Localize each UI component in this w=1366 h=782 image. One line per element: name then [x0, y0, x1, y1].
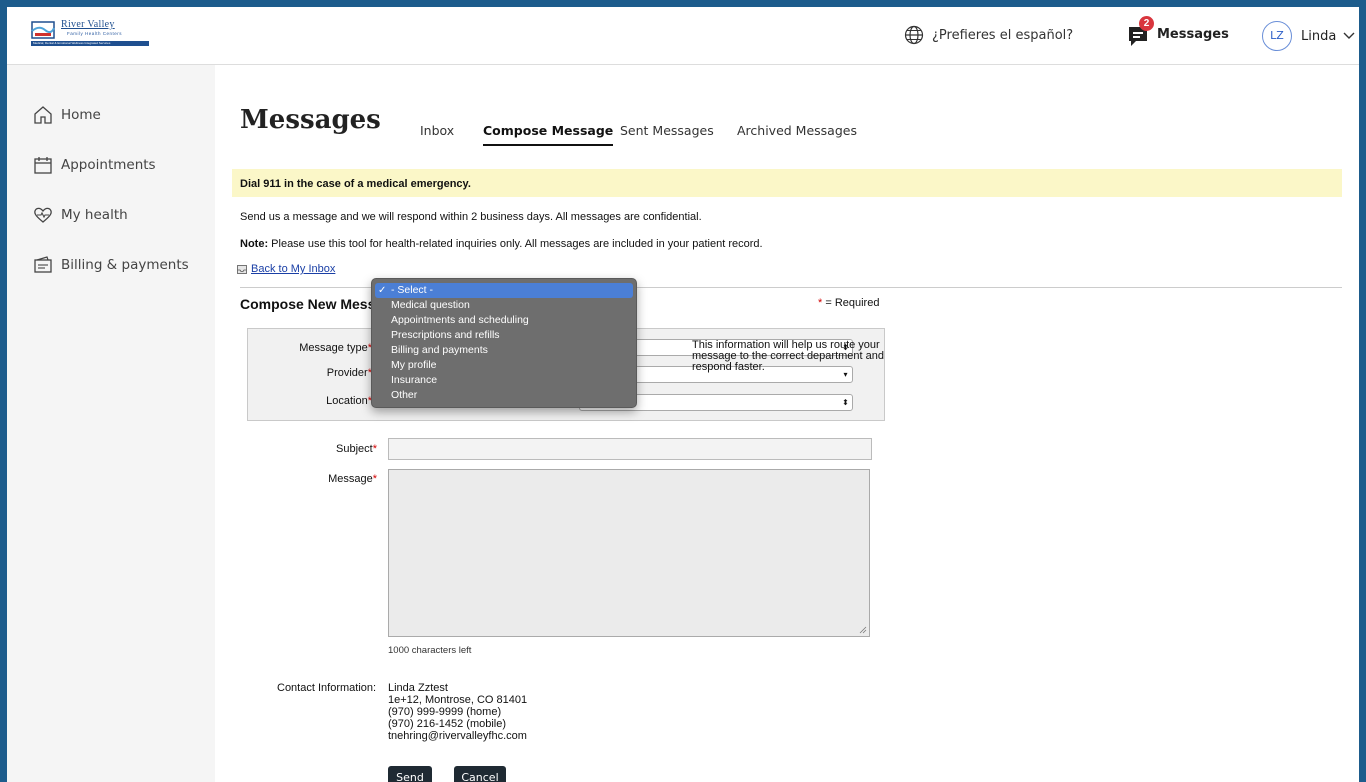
sidebar-item-billing[interactable]: Billing & payments: [33, 253, 189, 277]
contact-name: Linda Zztest: [388, 682, 448, 694]
main-content: Messages Inbox Compose Message Sent Mess…: [215, 65, 1359, 782]
tab-inbox[interactable]: Inbox: [420, 123, 454, 144]
sidebar-item-appointments[interactable]: Appointments: [33, 153, 156, 177]
message-type-dropdown: ✓ - Select - Medical question Appointmen…: [371, 278, 637, 408]
location-label-text: Location: [326, 395, 368, 407]
message-textarea[interactable]: [388, 469, 870, 637]
required-legend: * = Required: [818, 297, 879, 309]
message-label: Message*: [247, 473, 377, 485]
brand-name: River Valley: [61, 19, 115, 30]
send-button[interactable]: Send: [388, 766, 432, 782]
provider-label: Provider*: [242, 367, 372, 379]
language-link[interactable]: ¿Prefieres el español?: [932, 28, 1073, 43]
emergency-alert: Dial 911 in the case of a medical emerge…: [232, 169, 1342, 197]
dropdown-option[interactable]: My profile: [372, 358, 636, 373]
inbox-icon: [237, 264, 247, 274]
routing-info: This information will help us route your…: [692, 339, 884, 373]
option-label: - Select -: [391, 284, 434, 296]
contact-mobile-phone: (970) 216-1452 (mobile): [388, 718, 507, 730]
note-label: Note:: [240, 238, 269, 250]
select-arrows-icon: ⬍: [840, 396, 851, 409]
sidebar-item-label: Appointments: [61, 157, 156, 173]
message-type-label-text: Message type: [299, 342, 368, 354]
unread-badge: 2: [1139, 16, 1154, 31]
tab-archived-messages[interactable]: Archived Messages: [737, 123, 857, 144]
dropdown-option[interactable]: Prescriptions and refills: [372, 328, 636, 343]
cancel-button[interactable]: Cancel: [454, 766, 506, 782]
dropdown-option[interactable]: Insurance: [372, 373, 636, 388]
required-note: = Required: [822, 297, 880, 309]
calendar-icon: [34, 157, 52, 174]
messages-nav[interactable]: 2 Messages: [1127, 16, 1229, 49]
subject-label: Subject*: [247, 443, 377, 455]
location-label: Location*: [242, 395, 372, 407]
chars-left-counter: 1000 characters left: [388, 645, 472, 656]
tab-compose-message[interactable]: Compose Message: [483, 123, 614, 146]
sidebar-item-label: Home: [61, 107, 101, 123]
subject-label-text: Subject: [336, 443, 373, 455]
contact-info: Linda Zztest 1e+12, Montrose, CO 81401 (…: [388, 682, 527, 742]
note-body: Please use this tool for health-related …: [268, 238, 763, 250]
globe-icon: [904, 25, 924, 45]
dropdown-option[interactable]: Billing and payments: [372, 343, 636, 358]
sidebar-item-label: My health: [61, 207, 128, 223]
user-menu[interactable]: LZ Linda: [1262, 21, 1355, 51]
user-name: Linda: [1301, 28, 1337, 44]
wallet-icon: [34, 256, 52, 273]
dropdown-option-select[interactable]: ✓ - Select -: [375, 283, 633, 298]
resize-grip-icon[interactable]: [859, 626, 867, 634]
chevron-down-icon: [1343, 32, 1355, 39]
messages-label: Messages: [1157, 26, 1229, 42]
app-frame: River Valley Family Health Centers Medic…: [7, 7, 1359, 782]
sidebar-item-home[interactable]: Home: [33, 103, 101, 127]
dropdown-option[interactable]: Other: [372, 388, 636, 403]
heart-pulse-icon: [34, 207, 52, 223]
contact-address: 1e+12, Montrose, CO 81401: [388, 694, 528, 706]
note-text: Note: Please use this tool for health-re…: [240, 238, 763, 250]
logo[interactable]: River Valley Family Health Centers Medic…: [31, 17, 149, 47]
contact-home-phone: (970) 999-9999 (home): [388, 706, 502, 718]
check-icon: ✓: [378, 285, 387, 296]
subject-input[interactable]: [388, 438, 872, 460]
required-star: *: [372, 473, 377, 485]
contact-email: tnehring@rivervalleyfhc.com: [388, 730, 527, 742]
message-bubble-icon: 2: [1127, 16, 1155, 48]
intro-text: Send us a message and we will respond wi…: [240, 211, 702, 223]
contact-label: Contact Information:: [277, 682, 377, 694]
sidebar-item-label: Billing & payments: [61, 257, 189, 273]
back-to-inbox-link[interactable]: Back to My Inbox: [237, 263, 335, 275]
brand-tagline: Family Health Centers: [67, 31, 123, 36]
brand-strip: Medical, Dental & Emotional Wellness Int…: [31, 41, 149, 46]
sidebar-item-my-health[interactable]: My health: [33, 203, 128, 227]
dropdown-option[interactable]: Appointments and scheduling: [372, 313, 636, 328]
language-toggle[interactable]: ¿Prefieres el español?: [904, 23, 1073, 47]
sidebar: Home Appointments My health Billing & pa…: [7, 65, 215, 782]
avatar: LZ: [1262, 21, 1292, 51]
tab-sent-messages[interactable]: Sent Messages: [620, 123, 714, 144]
logo-mark-icon: [31, 21, 55, 39]
provider-label-text: Provider: [326, 367, 368, 379]
back-link-label[interactable]: Back to My Inbox: [251, 263, 335, 275]
page-title: Messages: [240, 105, 381, 135]
home-icon: [34, 106, 52, 124]
required-star: *: [372, 443, 377, 455]
dropdown-option[interactable]: Medical question: [372, 298, 636, 313]
message-label-text: Message: [328, 473, 373, 485]
message-type-label: Message type*: [242, 342, 372, 354]
top-bar: River Valley Family Health Centers Medic…: [7, 7, 1359, 65]
